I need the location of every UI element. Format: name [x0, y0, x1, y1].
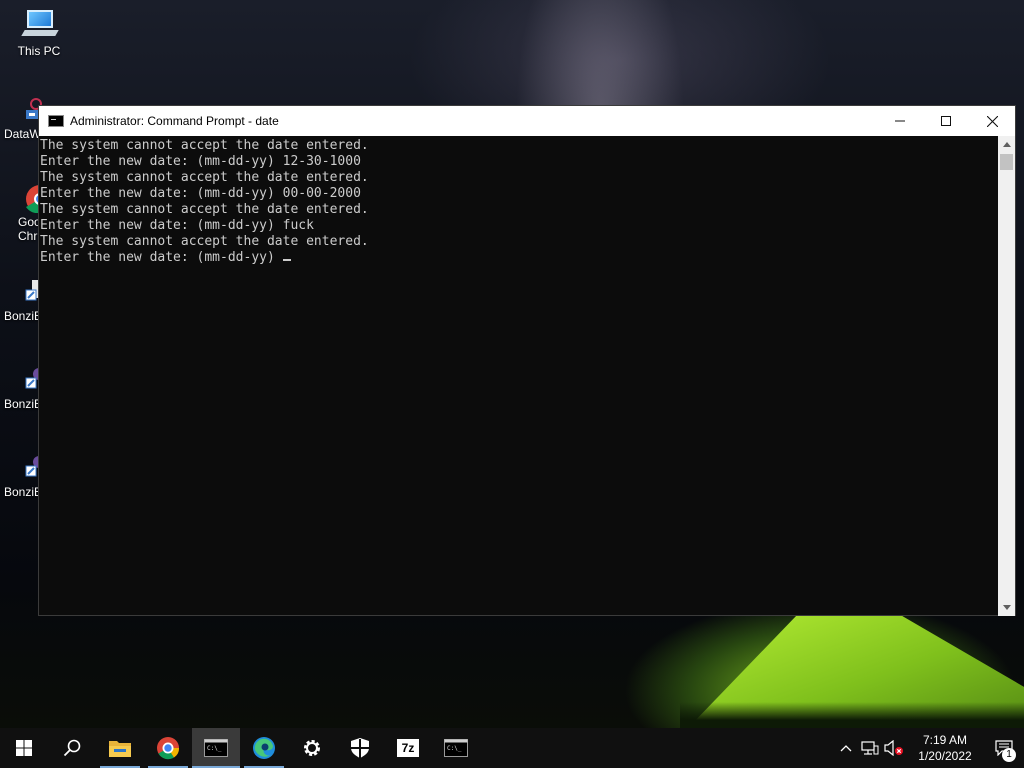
- 7zip-icon: 7z: [397, 739, 419, 757]
- console-line: Enter the new date: (mm-dd-yy) fuck: [40, 218, 314, 233]
- scroll-down-button[interactable]: [998, 599, 1015, 616]
- notification-count-badge: 1: [1002, 748, 1016, 762]
- action-center-button[interactable]: 1: [984, 728, 1024, 768]
- command-prompt-window[interactable]: Administrator: Command Prompt - date The…: [38, 105, 1016, 616]
- console-line: The system cannot accept the date entere…: [40, 234, 369, 249]
- console-line: The system cannot accept the date entere…: [40, 138, 369, 153]
- search-icon: [63, 739, 81, 757]
- desktop-icon-label: This PC: [17, 44, 61, 58]
- system-tray: 7:19 AM 1/20/2022 1: [834, 728, 1024, 768]
- close-button[interactable]: [969, 106, 1015, 136]
- cmd-icon: C:\_: [204, 739, 228, 757]
- maximize-icon: [941, 116, 951, 126]
- show-hidden-icons-button[interactable]: [834, 728, 858, 768]
- network-button[interactable]: [858, 728, 882, 768]
- console-line: Enter the new date: (mm-dd-yy) 12-30-100…: [40, 154, 361, 169]
- taskbar-command-prompt[interactable]: C:\_: [192, 728, 240, 768]
- 7zip-icon-text: 7z: [401, 741, 415, 755]
- cmd-icon: [48, 115, 64, 127]
- clock[interactable]: 7:19 AM 1/20/2022: [906, 732, 984, 764]
- minimize-icon: [895, 120, 905, 122]
- wallpaper-tent: [680, 614, 1024, 728]
- console-line: Enter the new date: (mm-dd-yy): [40, 250, 275, 265]
- console-line: Enter the new date: (mm-dd-yy) 00-00-200…: [40, 186, 361, 201]
- text-cursor: [282, 259, 291, 261]
- taskbar-microsoft-edge[interactable]: [240, 728, 288, 768]
- folder-icon: [109, 741, 131, 757]
- console-prompt-line: Enter the new date: (mm-dd-yy): [40, 250, 999, 266]
- chevron-up-icon: [840, 745, 852, 752]
- windows-logo-icon: [16, 740, 32, 756]
- cmd-icon: C:\_: [444, 739, 468, 757]
- console-output[interactable]: The system cannot accept the date entere…: [39, 136, 999, 616]
- scroll-thumb[interactable]: [1000, 154, 1013, 170]
- volume-button[interactable]: [882, 728, 906, 768]
- minimize-button[interactable]: [877, 106, 923, 136]
- edge-icon: [253, 737, 275, 759]
- taskbar-file-explorer[interactable]: [96, 728, 144, 768]
- chevron-down-icon: [1002, 605, 1011, 610]
- network-icon: [861, 741, 879, 755]
- shield-icon: [351, 738, 369, 758]
- start-button[interactable]: [0, 728, 48, 768]
- volume-muted-icon: [884, 740, 903, 756]
- taskbar: C:\_ 7z C:\_ 7:19 AM 1/20/2022 1: [0, 728, 1024, 768]
- taskbar-windows-security[interactable]: [336, 728, 384, 768]
- console-line: The system cannot accept the date entere…: [40, 170, 369, 185]
- close-icon: [986, 115, 998, 127]
- chrome-icon: [157, 737, 180, 760]
- taskbar-settings[interactable]: [288, 728, 336, 768]
- svg-text:C:\_: C:\_: [207, 745, 222, 752]
- this-pc-icon: [21, 8, 59, 40]
- desktop-icon-this-pc[interactable]: This PC: [4, 8, 74, 58]
- scroll-up-button[interactable]: [998, 136, 1015, 153]
- console-line: The system cannot accept the date entere…: [40, 202, 369, 217]
- svg-text:C:\_: C:\_: [447, 745, 462, 752]
- vertical-scrollbar[interactable]: [998, 136, 1015, 616]
- taskbar-7zip[interactable]: 7z: [384, 728, 432, 768]
- clock-date: 1/20/2022: [918, 749, 972, 763]
- search-button[interactable]: [48, 728, 96, 768]
- gear-icon: [304, 740, 320, 756]
- maximize-button[interactable]: [923, 106, 969, 136]
- chevron-up-icon: [1002, 142, 1011, 147]
- taskbar-google-chrome[interactable]: [144, 728, 192, 768]
- taskbar-command-prompt-2[interactable]: C:\_: [432, 728, 480, 768]
- window-title: Administrator: Command Prompt - date: [70, 114, 279, 128]
- clock-time: 7:19 AM: [922, 733, 968, 747]
- window-titlebar[interactable]: Administrator: Command Prompt - date: [39, 106, 1015, 136]
